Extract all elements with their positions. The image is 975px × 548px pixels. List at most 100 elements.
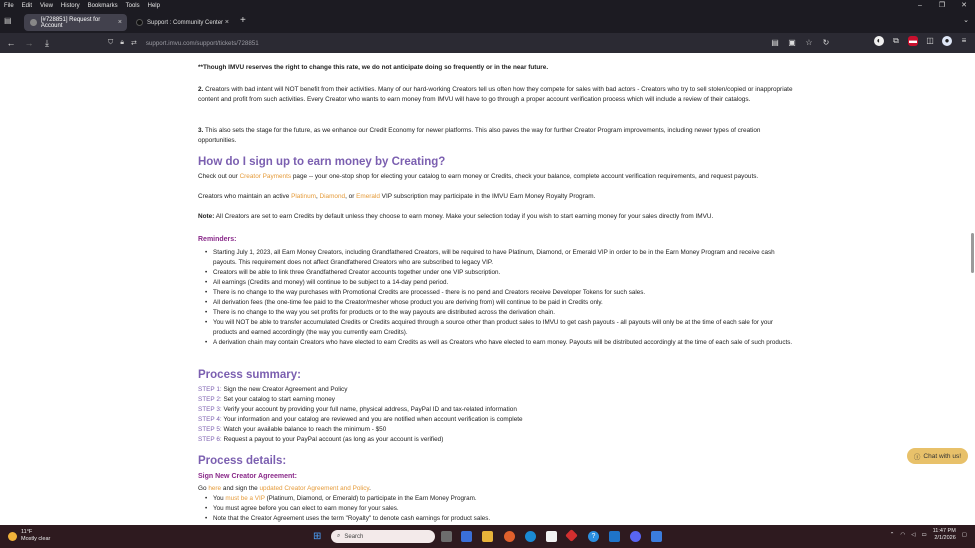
list-item: All earnings (Credits and money) will co… (198, 278, 793, 288)
platinum-link[interactable]: Platinum (291, 193, 316, 200)
mail-icon[interactable] (609, 531, 620, 542)
notifications-icon[interactable]: ▢ (962, 532, 967, 538)
step-label: STEP 3: (198, 406, 222, 413)
tab-close-icon[interactable]: × (225, 19, 229, 26)
tab-request-for-account[interactable]: [#728851] Request for Account × (24, 14, 127, 31)
bookmark-star-icon[interactable]: ☆ (804, 36, 814, 50)
reader-view-icon[interactable]: ▤ (770, 36, 780, 50)
list-item: Starting July 1, 2023, all Earn Money Cr… (198, 248, 793, 268)
menu-file[interactable]: File (0, 3, 18, 9)
list-item: You must be a VIP (Platinum, Diamond, or… (198, 494, 793, 504)
clock[interactable]: 11:47 PM 2/1/2026 (933, 528, 956, 542)
help-icon: ⓘ (913, 454, 921, 461)
minimize-button[interactable]: – (909, 0, 931, 11)
url-text[interactable]: support.imvu.com/support/tickets/728851 (146, 40, 259, 47)
url-actions: ▤ ▣ ☆ ↻ (770, 36, 831, 50)
url-bar[interactable]: ⛉ 🔒︎ ⇄ support.imvu.com/support/tickets/… (108, 36, 768, 50)
menu-history[interactable]: History (57, 3, 84, 9)
profile-icon[interactable]: ● (942, 36, 952, 46)
detail-pre: You (213, 495, 226, 502)
goto-paragraph: Go here and sign the updated Creator Agr… (198, 484, 793, 494)
step-item: STEP 5: Watch your available balance to … (198, 425, 793, 435)
tab-overflow-icon[interactable]: ⌄ (963, 16, 969, 24)
shield-icon[interactable]: ⛉ (108, 39, 113, 47)
diamond-link[interactable]: Diamond (320, 193, 346, 200)
step-text: Sign the new Creator Agreement and Polic… (221, 386, 348, 393)
weather-widget[interactable]: 11°F Mostly clear (8, 529, 50, 543)
close-window-button[interactable]: ✕ (953, 0, 975, 11)
volume-icon[interactable]: ◁ (911, 532, 915, 538)
widgets-icon[interactable] (461, 531, 472, 542)
permissions-icon[interactable]: ⇄ (131, 39, 137, 47)
wifi-icon[interactable]: ◠ (900, 532, 905, 538)
tab-list-icon[interactable]: ▤ (4, 16, 16, 28)
forward-button[interactable]: → (20, 38, 38, 48)
tray-chevron-icon[interactable]: ⌃ (890, 532, 895, 538)
app-window-icon[interactable] (651, 531, 662, 542)
navigation-bar: ← → ⤓ ⛉ 🔒︎ ⇄ support.imvu.com/support/ti… (0, 33, 975, 53)
step-item: STEP 4: Your information and your catalo… (198, 415, 793, 425)
system-tray: ⌃ ◠ ◁ ▭ 11:47 PM 2/1/2026 ▢ (890, 528, 967, 542)
menu-help[interactable]: Help (144, 3, 164, 9)
store-icon[interactable] (546, 531, 557, 542)
back-button[interactable]: ← (2, 38, 20, 48)
tab-close-icon[interactable]: × (118, 19, 122, 26)
lock-icon[interactable]: 🔒︎ (120, 39, 124, 47)
menu-bookmarks[interactable]: Bookmarks (84, 3, 122, 9)
here-link[interactable]: here (208, 485, 221, 492)
step-item: STEP 3: Verify your account by providing… (198, 405, 793, 415)
search-icon: ⌕ (337, 533, 341, 539)
vip-paragraph: Creators who maintain an active Platinum… (198, 192, 793, 202)
menu-view[interactable]: View (36, 3, 57, 9)
point-3-text: This also sets the stage for the future,… (198, 127, 761, 144)
picture-in-picture-icon[interactable]: ▣ (787, 36, 797, 50)
step-item: STEP 6: Request a payout to your PayPal … (198, 435, 793, 445)
menu-tools[interactable]: Tools (122, 3, 144, 9)
point-2: 2. Creators with bad intent will NOT ben… (198, 85, 793, 105)
taskbar-search[interactable]: ⌕ Search (331, 530, 435, 543)
firefox-icon[interactable] (504, 531, 515, 542)
edge-icon[interactable] (525, 531, 536, 542)
tab-community-center[interactable]: Support : Community Center × (130, 14, 234, 31)
menu-edit[interactable]: Edit (18, 3, 36, 9)
reload-icon[interactable]: ↻ (821, 36, 831, 50)
account-icon[interactable]: ◐ (874, 36, 884, 46)
creator-payments-link[interactable]: Creator Payments (240, 173, 292, 180)
chat-with-us-button[interactable]: ⓘ Chat with us! (906, 448, 968, 464)
details-list: You must be a VIP (Platinum, Diamond, or… (198, 494, 793, 524)
checkout-pre: Check out our (198, 173, 240, 180)
step-text: Set your catalog to start earning money (221, 396, 336, 403)
note-paragraph: Note: All Creators are set to earn Credi… (198, 212, 793, 222)
windows-start-icon[interactable]: ⊞ (313, 531, 324, 542)
app-red-icon[interactable] (565, 529, 578, 542)
discord-icon[interactable] (630, 531, 641, 542)
must-be-vip-link[interactable]: must be a VIP (225, 495, 264, 502)
extension-icon[interactable]: ◫ (925, 36, 935, 46)
app-menu-icon[interactable]: ≡ (959, 36, 969, 46)
creator-agreement-link[interactable]: updated Creator Agreement and Policy (259, 485, 369, 492)
downloads-button[interactable]: ⤓ (38, 38, 56, 49)
point-2-text: Creators with bad intent will NOT benefi… (198, 86, 793, 103)
list-item: Creators will be able to link three Gran… (198, 268, 793, 278)
task-view-icon[interactable] (441, 531, 452, 542)
new-tab-button[interactable]: + (240, 16, 246, 26)
checkout-paragraph: Check out our Creator Payments page -- y… (198, 172, 793, 182)
page-scrollbar[interactable] (969, 53, 975, 525)
vip-post: VIP subscription may participate in the … (379, 193, 596, 200)
window-controls: – ❐ ✕ (909, 0, 975, 11)
extension-red-icon[interactable]: ▬ (908, 36, 918, 46)
step-text: Request a payout to your PayPal account … (221, 436, 444, 443)
chat-label: Chat with us! (923, 452, 961, 460)
goto-post: . (369, 485, 371, 492)
help-app-icon[interactable]: ? (588, 531, 599, 542)
reminders-list: Starting July 1, 2023, all Earn Money Cr… (198, 248, 793, 348)
file-explorer-icon[interactable] (482, 531, 493, 542)
step-label: STEP 5: (198, 426, 222, 433)
scroll-thumb[interactable] (971, 233, 974, 273)
detail-post: (Platinum, Diamond, or Emerald) to parti… (264, 495, 477, 502)
extensions-icon[interactable]: ⧉ (891, 36, 901, 46)
maximize-button[interactable]: ❐ (931, 0, 953, 11)
step-text: Your information and your catalog are re… (221, 416, 523, 423)
battery-icon[interactable]: ▭ (921, 532, 926, 538)
emerald-link[interactable]: Emerald (356, 193, 380, 200)
